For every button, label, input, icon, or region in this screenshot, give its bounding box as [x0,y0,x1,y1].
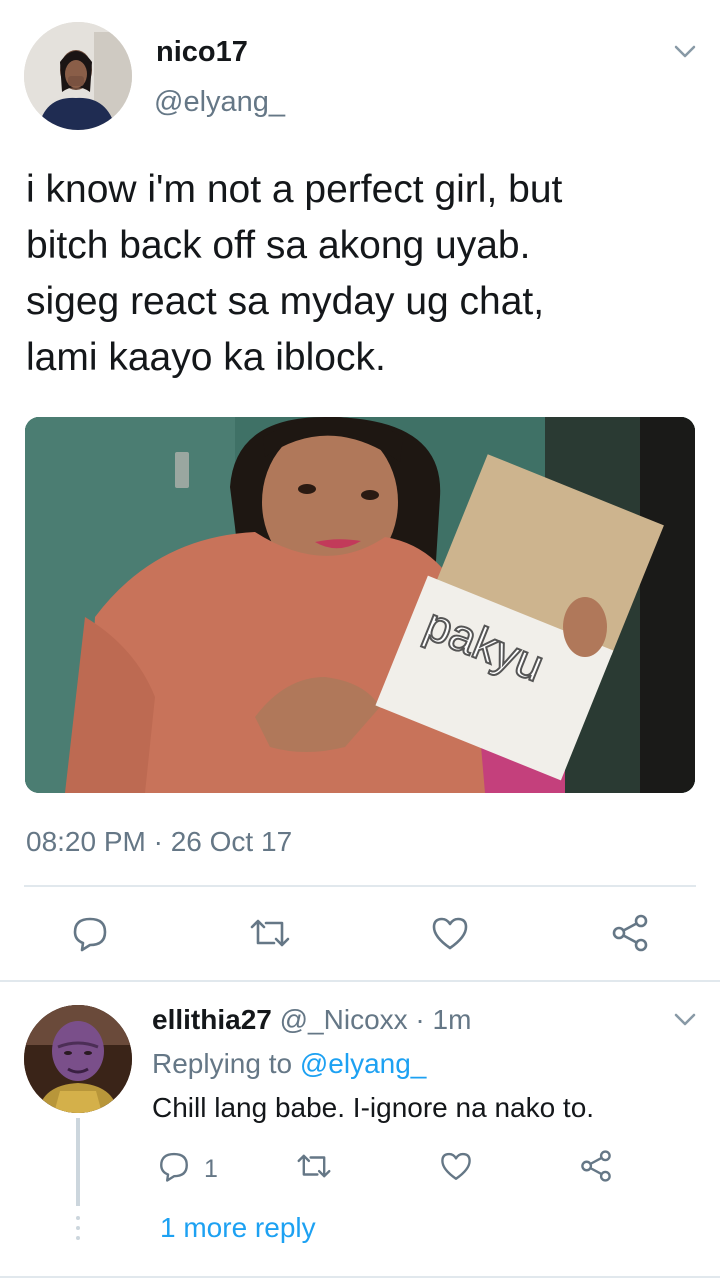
reply-avatar-image [24,1005,132,1113]
reply-icon [73,917,107,952]
thread-dot [76,1216,80,1220]
bottom-divider [0,1276,720,1278]
author-display-name[interactable]: nico17 [156,36,248,69]
retweet-button[interactable] [248,911,292,955]
reply-text: Chill lang babe. I-ignore na nako to. [152,1092,595,1123]
section-divider [0,980,720,982]
reply-count: 1 [204,1155,218,1183]
reply-handle[interactable]: @_Nicoxx [280,1004,408,1035]
thread-dot [76,1236,80,1240]
like-button[interactable] [428,911,472,955]
replying-to: Replying to @elyang_ [152,1048,426,1080]
retweet-icon [297,1154,331,1178]
tweet-timestamp[interactable]: 08:20 PM · 26 Oct 17 [26,826,292,858]
like-icon [432,917,468,950]
author-avatar[interactable] [24,22,132,130]
reply-like-button[interactable] [436,1146,476,1186]
replying-to-handle[interactable]: @elyang_ [300,1048,427,1079]
reply-share-button[interactable] [576,1146,616,1186]
reply-button[interactable] [68,911,112,955]
divider [24,885,696,887]
more-replies-link[interactable]: 1 more reply [160,1212,316,1244]
thread-dot [76,1226,80,1230]
author-avatar-image [24,22,132,130]
author-handle[interactable]: @elyang_ [154,86,285,119]
chevron-down-icon[interactable] [670,36,700,66]
like-icon [441,1152,471,1180]
reply-reply-button[interactable] [154,1146,194,1186]
reply-separator: · [407,1004,433,1035]
tweet-text: i know i'm not a perfect girl, but bitch… [26,168,563,379]
replying-to-label: Replying to [152,1048,300,1079]
share-icon [612,914,648,952]
reply-retweet-button[interactable] [294,1146,334,1186]
reply-icon [160,1152,188,1182]
reply-display-name[interactable]: ellithia27 [152,1004,272,1035]
share-icon [581,1150,611,1182]
photo: pakyu [25,417,695,793]
reply-header: ellithia27 @_Nicoxx · 1m [152,1004,471,1036]
retweet-icon [250,919,290,947]
chevron-down-icon[interactable] [670,1004,700,1034]
reply-author-avatar[interactable] [24,1005,132,1113]
tweet-media-photo[interactable]: pakyu [25,417,695,793]
thread-line [76,1118,80,1206]
reply-time: 1m [432,1004,472,1035]
share-button[interactable] [608,911,652,955]
